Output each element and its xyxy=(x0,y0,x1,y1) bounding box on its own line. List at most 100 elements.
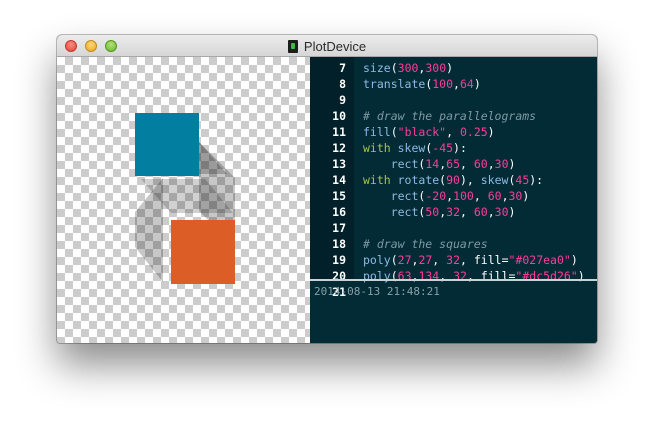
plotdevice-window: PlotDevice 7 size(300,300) 8 translate(100,… xyxy=(57,35,597,343)
code-token: ) xyxy=(508,205,516,219)
code-token: 45 xyxy=(515,173,530,187)
code-token: 32 xyxy=(446,205,460,219)
console-divider[interactable] xyxy=(310,279,597,281)
code-token: rect xyxy=(390,205,419,219)
code-line[interactable]: 9 xyxy=(310,92,597,108)
code-token: size xyxy=(363,61,391,75)
code-token: , xyxy=(460,253,474,267)
code-token: , xyxy=(460,205,474,219)
code-line[interactable]: 18 # draw the squares xyxy=(310,236,597,252)
title-bar[interactable]: PlotDevice xyxy=(57,35,597,57)
code-token: 30 xyxy=(494,205,509,219)
code-text: with rotate(90), skew(45): xyxy=(363,172,543,188)
code-text: size(300,300) xyxy=(363,60,453,76)
code-text: fill("black", 0.25) xyxy=(363,124,495,140)
line-number: 14 xyxy=(332,173,346,187)
code-token: , xyxy=(487,157,495,171)
code-token: ), xyxy=(459,173,481,187)
code-text: rect(50,32, 60,30) xyxy=(363,204,516,220)
code-line[interactable]: 11 fill("black", 0.25) xyxy=(310,124,597,140)
line-number: 18 xyxy=(332,237,346,251)
code-token: , xyxy=(501,189,509,203)
code-editor[interactable]: 7 size(300,300) 8 translate(100,64) 9 10 # dra… xyxy=(310,57,597,343)
code-line[interactable]: 13 rect(14,65, 60,30) xyxy=(310,156,597,172)
code-token: ) xyxy=(522,189,530,203)
code-text: # draw the parallelograms xyxy=(363,108,536,124)
line-number: 8 xyxy=(339,77,346,91)
code-token: 32 xyxy=(446,253,461,267)
code-line[interactable]: 10 # draw the parallelograms xyxy=(310,108,597,124)
code-token: , xyxy=(460,157,474,171)
plotdevice-document-icon xyxy=(287,39,298,53)
code-token: 100 xyxy=(432,77,454,91)
code-token: 0.25 xyxy=(459,125,488,139)
code-token: rotate xyxy=(397,173,440,187)
code-line[interactable]: 20 poly(63,134, 32, fill="#dc5d26") xyxy=(310,268,597,284)
code-text: poly(63,134, 32, fill="#dc5d26") xyxy=(363,268,585,284)
code-token: 30 xyxy=(508,189,523,203)
line-number: 10 xyxy=(332,109,346,123)
line-number: 16 xyxy=(332,205,346,219)
line-number: 17 xyxy=(332,221,346,235)
line-number: 13 xyxy=(332,157,346,171)
code-token: skew xyxy=(480,173,509,187)
code-text: rect(-20,100, 60,30) xyxy=(363,188,530,204)
line-number: 7 xyxy=(339,61,346,75)
code-token: 64 xyxy=(459,77,474,91)
code-token: 60 xyxy=(487,189,502,203)
code-line[interactable]: 19 poly(27,27, 32, fill="#027ea0") xyxy=(310,252,597,268)
code-token: 14 xyxy=(425,157,440,171)
code-token: "black" xyxy=(397,125,447,139)
canvas-preview[interactable] xyxy=(57,57,310,343)
code-token: 60 xyxy=(473,205,488,219)
code-token: ) xyxy=(570,253,578,267)
code-token: -20 xyxy=(425,189,447,203)
canvas-drawing xyxy=(135,113,235,284)
code-token: , xyxy=(487,205,495,219)
code-token: , xyxy=(446,125,460,139)
code-token: ) xyxy=(473,77,481,91)
code-token: 300 xyxy=(425,61,447,75)
code-token: # draw the parallelograms xyxy=(363,109,537,123)
code-token: 60 xyxy=(473,157,488,171)
code-line[interactable]: 17 xyxy=(310,220,597,236)
code-token: rect xyxy=(390,157,419,171)
code-token: rect xyxy=(390,189,419,203)
code-token: with xyxy=(363,141,398,155)
code-token: fill xyxy=(363,125,391,139)
code-token: -45 xyxy=(432,141,454,155)
code-token: translate xyxy=(363,77,426,91)
code-text: # draw the squares xyxy=(363,236,488,252)
line-number: 20 xyxy=(332,269,346,283)
code-token: fill= xyxy=(473,253,509,267)
code-token: # draw the squares xyxy=(363,237,488,251)
code-line[interactable]: 16 rect(50,32, 60,30) xyxy=(310,204,597,220)
code-token: ( xyxy=(390,253,398,267)
code-line[interactable]: 15 rect(-20,100, 60,30) xyxy=(310,188,597,204)
code-line[interactable]: 12 with skew(-45): xyxy=(310,140,597,156)
code-token: "#027ea0" xyxy=(508,253,571,267)
code-token: 50 xyxy=(425,205,440,219)
code-token: 90 xyxy=(446,173,460,187)
code-line[interactable]: 14 with rotate(90), skew(45): xyxy=(310,172,597,188)
line-number: 12 xyxy=(332,141,346,155)
code-token: 30 xyxy=(494,157,509,171)
code-token: skew xyxy=(397,141,426,155)
code-token: , xyxy=(432,253,447,267)
console-output: 2014-08-13 21:48:21 xyxy=(314,285,440,298)
code-token: 65 xyxy=(446,157,460,171)
line-number: 15 xyxy=(332,189,346,203)
code-token: ) xyxy=(487,125,495,139)
code-token: ) xyxy=(446,61,454,75)
code-line[interactable]: 8 translate(100,64) xyxy=(310,76,597,92)
code-token: ): xyxy=(453,141,467,155)
code-lines[interactable]: 7 size(300,300) 8 translate(100,64) 9 10 # dra… xyxy=(310,60,597,300)
code-token: 100 xyxy=(453,189,474,203)
code-text: translate(100,64) xyxy=(363,76,481,92)
code-token: ( xyxy=(390,61,398,75)
code-line[interactable]: 7 size(300,300) xyxy=(310,60,597,76)
line-number: 9 xyxy=(339,93,346,107)
